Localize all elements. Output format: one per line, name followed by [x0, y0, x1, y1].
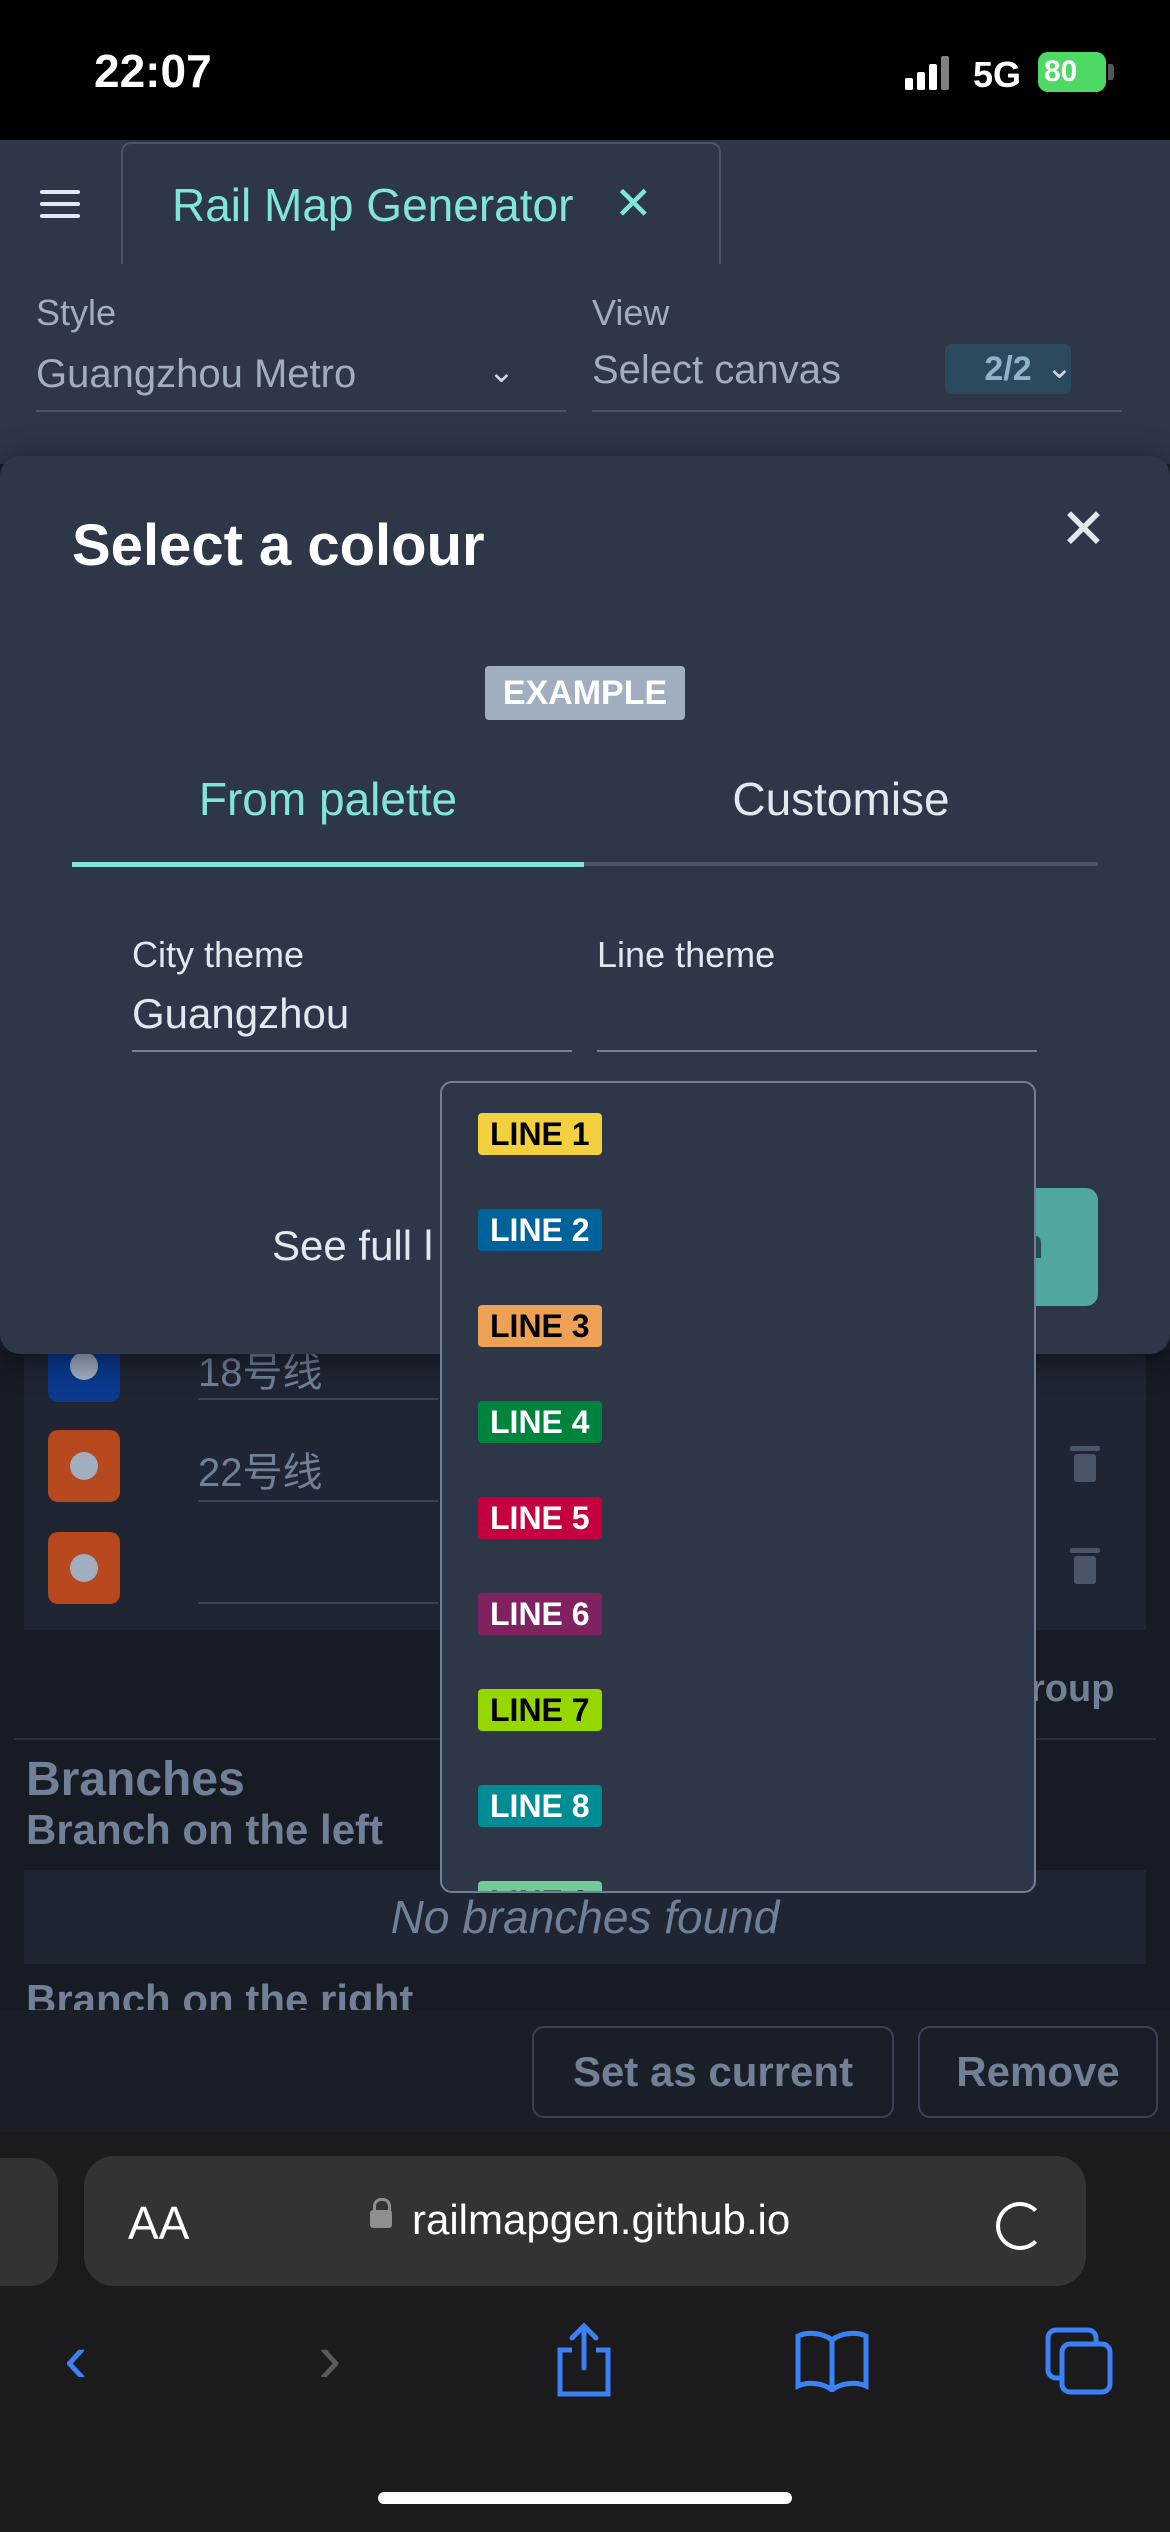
url-text[interactable]: railmapgen.github.io — [412, 2196, 790, 2244]
tab-from-palette[interactable]: From palette — [72, 772, 584, 826]
branch-left-heading: Branch on the left — [26, 1806, 384, 1853]
cellular-signal-icon — [905, 56, 953, 90]
tab-customise[interactable]: Customise — [584, 772, 1098, 826]
forward-icon[interactable]: › — [318, 2318, 341, 2398]
battery-tip — [1108, 64, 1114, 80]
line-option[interactable]: LINE 1 — [478, 1113, 602, 1155]
reader-settings-button[interactable]: AA — [128, 2196, 189, 2250]
style-underline — [36, 410, 566, 412]
view-underline — [592, 410, 1122, 412]
set-as-current-button[interactable]: Set as current — [532, 2026, 894, 2118]
trash-icon[interactable] — [1070, 1548, 1100, 1584]
home-indicator — [378, 2492, 792, 2504]
line-theme-label: Line theme — [597, 934, 776, 975]
dialog-title: Select a colour — [72, 513, 485, 578]
view-select[interactable]: Select canvas — [592, 348, 841, 393]
line-option[interactable]: LINE 4 — [478, 1401, 602, 1443]
chevron-down-icon: ⌄ — [488, 353, 515, 389]
lock-icon — [370, 2198, 392, 2228]
line-option[interactable]: LINE 3 — [478, 1305, 602, 1347]
row-underline — [198, 1398, 438, 1400]
chevron-down-icon: ⌄ — [1046, 349, 1073, 385]
row-underline — [198, 1602, 438, 1604]
colour-preview-badge: EXAMPLE — [485, 666, 685, 720]
battery-icon: 80 — [1038, 52, 1106, 92]
branches-heading: Branches — [26, 1753, 245, 1806]
remove-button[interactable]: Remove — [918, 2026, 1158, 2118]
see-full-list-link[interactable]: See full l — [272, 1222, 433, 1270]
style-select[interactable]: Guangzhou Metro — [36, 352, 356, 397]
close-icon[interactable]: ✕ — [1060, 496, 1107, 562]
line-option[interactable]: LINE 9 — [478, 1881, 602, 1891]
line-option[interactable]: LINE 6 — [478, 1593, 602, 1635]
city-theme-underline — [132, 1050, 572, 1052]
tab-title: Rail Map Generator — [172, 179, 574, 231]
active-tab-indicator — [72, 862, 584, 867]
row-name[interactable]: 22号线 — [198, 1440, 323, 1498]
network-type: 5G — [973, 54, 1022, 95]
line-option[interactable]: LINE 7 — [478, 1689, 602, 1731]
branch-right-heading: Branch on the right — [26, 1976, 414, 2010]
hamburger-menu-icon[interactable] — [40, 190, 80, 226]
share-icon[interactable] — [552, 2322, 616, 2398]
line-option[interactable]: LINE 8 — [478, 1785, 602, 1827]
line-theme-underline[interactable] — [597, 1050, 1037, 1052]
line-theme-dropdown[interactable]: LINE 1 LINE 2 LINE 3 LINE 4 LINE 5 LINE … — [440, 1081, 1036, 1893]
colour-swatch-button[interactable] — [48, 1430, 120, 1502]
trash-icon[interactable] — [1070, 1446, 1100, 1482]
status-time: 22:07 — [94, 45, 212, 97]
tabs-icon[interactable] — [1044, 2326, 1114, 2396]
back-icon[interactable]: ‹ — [64, 2318, 87, 2398]
city-theme-label: City theme — [132, 934, 305, 975]
style-label: Style — [36, 292, 117, 333]
reload-icon[interactable] — [996, 2202, 1044, 2250]
line-option[interactable]: LINE 2 — [478, 1209, 602, 1251]
view-label: View — [592, 292, 670, 333]
city-theme-select[interactable]: Guangzhou — [132, 990, 349, 1038]
row-underline — [198, 1500, 438, 1502]
colour-swatch-button[interactable] — [48, 1532, 120, 1604]
add-group-button[interactable]: roup — [1030, 1668, 1114, 1711]
line-option[interactable]: LINE 5 — [478, 1497, 602, 1539]
bookmarks-icon[interactable] — [794, 2330, 870, 2392]
previous-tab-preview[interactable] — [0, 2158, 58, 2286]
close-tab-icon[interactable]: ✕ — [614, 176, 653, 230]
